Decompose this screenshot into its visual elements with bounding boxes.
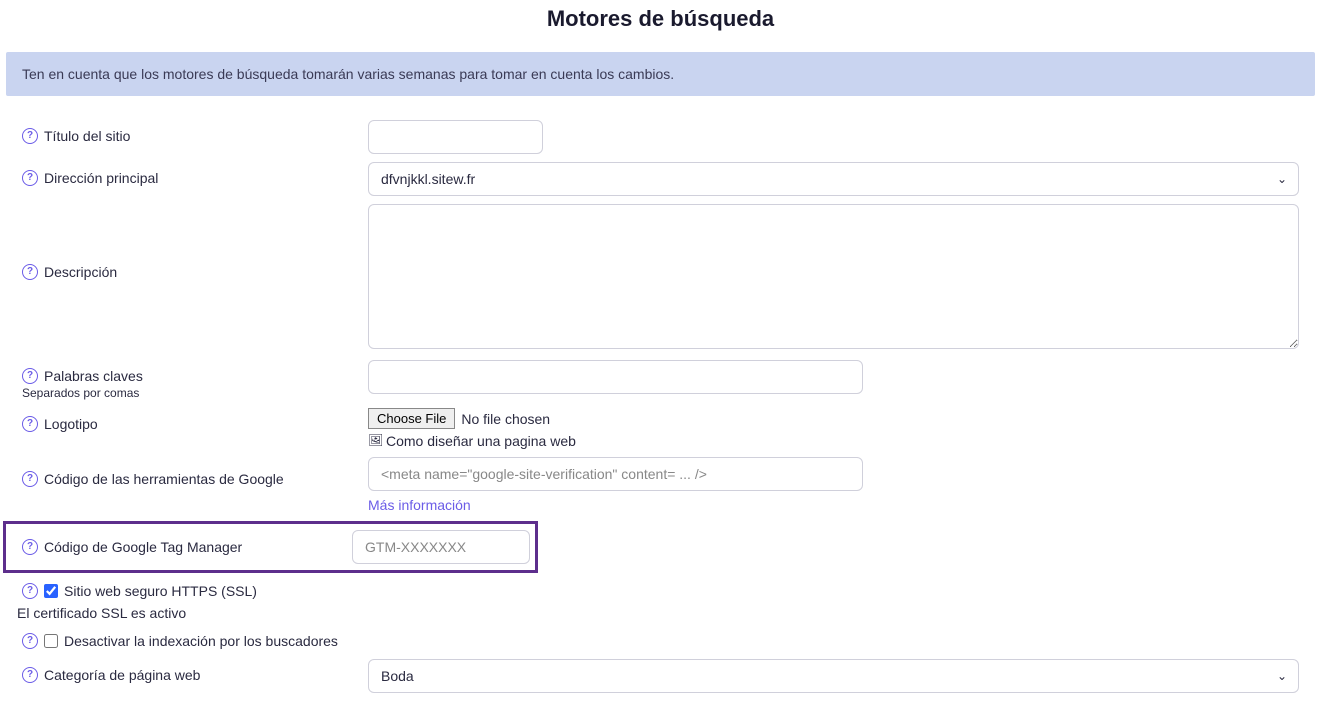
help-icon[interactable]: ? bbox=[22, 471, 38, 487]
label-logo: Logotipo bbox=[44, 416, 98, 432]
file-status: No file chosen bbox=[461, 411, 550, 427]
help-icon[interactable]: ? bbox=[22, 170, 38, 186]
logo-alt-text: Como diseñar una pagina web bbox=[386, 433, 576, 449]
help-icon[interactable]: ? bbox=[22, 264, 38, 280]
choose-file-button[interactable]: Choose File bbox=[368, 408, 455, 429]
label-no-index: Desactivar la indexación por los buscado… bbox=[64, 633, 338, 649]
row-keywords: ? Palabras claves Separados por comas bbox=[6, 360, 1315, 400]
help-icon[interactable]: ? bbox=[22, 368, 38, 384]
row-no-index: ? Desactivar la indexación por los busca… bbox=[6, 629, 1315, 659]
select-main-address[interactable]: dfvnjkkl.sitew.fr bbox=[368, 162, 1299, 196]
row-description: ? Descripción bbox=[6, 204, 1315, 352]
label-keywords: Palabras claves bbox=[44, 368, 143, 384]
row-https: ? Sitio web seguro HTTPS (SSL) bbox=[6, 579, 1315, 603]
broken-image-icon: 🖼 bbox=[368, 433, 384, 449]
label-main-address: Dirección principal bbox=[44, 170, 158, 186]
label-category: Categoría de página web bbox=[44, 667, 200, 683]
input-site-title[interactable] bbox=[368, 120, 543, 154]
checkbox-https[interactable] bbox=[44, 584, 58, 598]
help-icon[interactable]: ? bbox=[22, 583, 38, 599]
input-keywords[interactable] bbox=[368, 360, 863, 394]
label-keywords-hint: Separados por comas bbox=[22, 386, 368, 400]
help-icon[interactable]: ? bbox=[22, 667, 38, 683]
help-icon[interactable]: ? bbox=[22, 416, 38, 432]
info-banner: Ten en cuenta que los motores de búsqued… bbox=[6, 52, 1315, 96]
row-google-tools: ? Código de las herramientas de Google M… bbox=[6, 457, 1315, 513]
input-google-tools[interactable] bbox=[368, 457, 863, 491]
row-gtm-highlighted: ? Código de Google Tag Manager bbox=[3, 521, 538, 573]
page-title: Motores de búsqueda bbox=[6, 6, 1315, 32]
input-gtm[interactable] bbox=[352, 530, 530, 564]
help-icon[interactable]: ? bbox=[22, 128, 38, 144]
more-info-link[interactable]: Más información bbox=[368, 497, 471, 513]
row-logo: ? Logotipo Choose File No file chosen 🖼 … bbox=[6, 408, 1315, 449]
select-category[interactable]: Boda bbox=[368, 659, 1299, 693]
ssl-status: El certificado SSL es activo bbox=[6, 603, 1315, 629]
textarea-description[interactable] bbox=[368, 204, 1299, 349]
help-icon[interactable]: ? bbox=[22, 633, 38, 649]
label-description: Descripción bbox=[44, 264, 117, 280]
row-category: ? Categoría de página web Boda ⌄ bbox=[6, 659, 1315, 693]
label-google-tools: Código de las herramientas de Google bbox=[44, 471, 284, 487]
label-gtm: Código de Google Tag Manager bbox=[44, 539, 242, 555]
row-site-title: ? Título del sitio bbox=[6, 120, 1315, 154]
help-icon[interactable]: ? bbox=[22, 539, 38, 555]
row-main-address: ? Dirección principal dfvnjkkl.sitew.fr … bbox=[6, 162, 1315, 196]
logo-preview: 🖼 Como diseñar una pagina web bbox=[368, 433, 1299, 449]
label-https: Sitio web seguro HTTPS (SSL) bbox=[64, 583, 257, 599]
label-site-title: Título del sitio bbox=[44, 128, 130, 144]
checkbox-no-index[interactable] bbox=[44, 634, 58, 648]
